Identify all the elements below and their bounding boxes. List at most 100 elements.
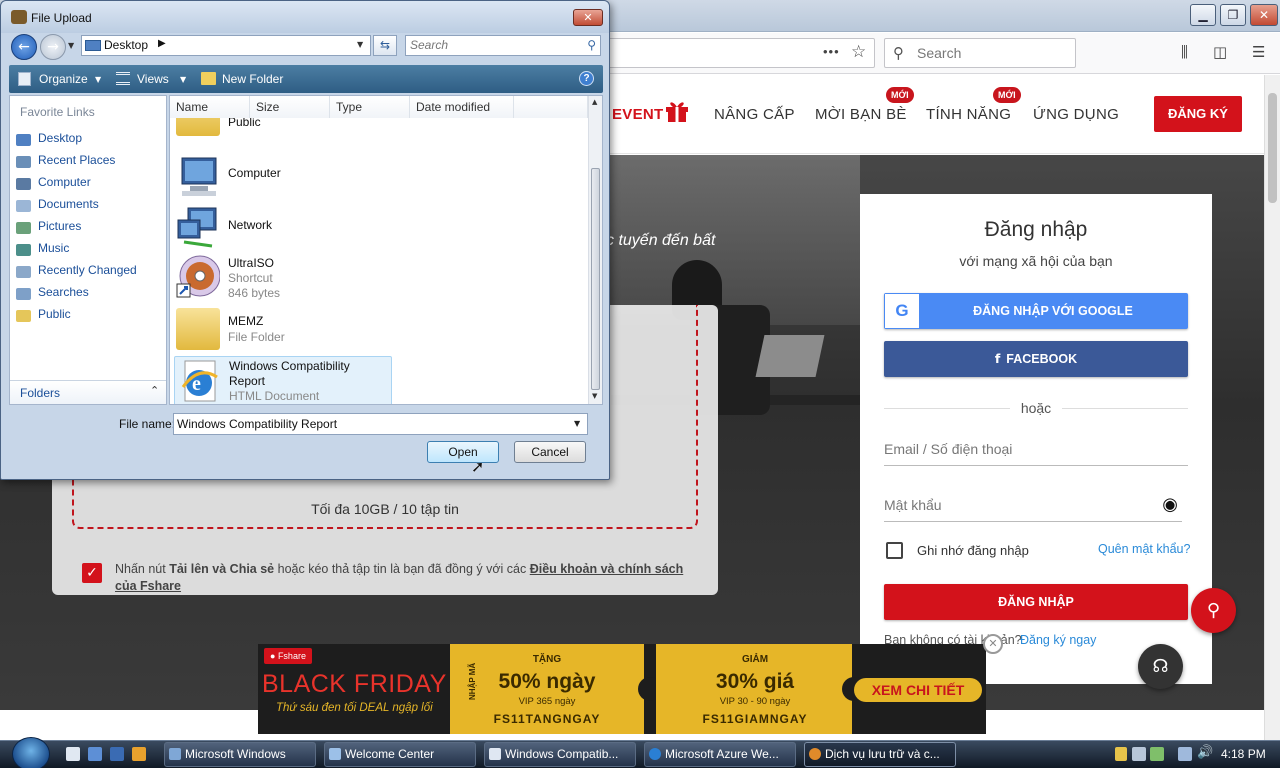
banner-close-icon[interactable]: ✕ xyxy=(983,634,1003,654)
library-icon[interactable]: ⫼ xyxy=(1181,43,1188,61)
terms-checkbox[interactable]: ✓ xyxy=(82,563,102,583)
explorer-icon[interactable] xyxy=(110,747,124,761)
scroll-up-icon[interactable]: ▲ xyxy=(592,98,597,106)
remember-checkbox[interactable] xyxy=(886,542,903,559)
menu-icon[interactable]: ☰ xyxy=(1252,43,1265,61)
column-date-modified[interactable]: Date modified xyxy=(410,96,514,118)
open-button[interactable]: Open xyxy=(427,441,499,463)
fav-desktop[interactable]: Desktop xyxy=(10,130,166,150)
password-placeholder: Mật khẩu xyxy=(884,497,942,513)
forgot-password-link[interactable]: Quên mật khẩu? xyxy=(1098,542,1190,556)
fav-recently-changed[interactable]: Recently Changed xyxy=(10,262,166,282)
close-button[interactable]: ✕ xyxy=(1250,4,1278,26)
promo-banner[interactable]: ● Fshare BLACK FRIDAY Thứ sáu đen tối DE… xyxy=(258,644,986,734)
network-tray-icon[interactable] xyxy=(1178,747,1192,761)
cancel-button[interactable]: Cancel xyxy=(514,441,586,463)
list-item[interactable]: Computer xyxy=(170,150,588,200)
scrollbar-thumb[interactable] xyxy=(591,168,600,390)
views-button[interactable]: Views xyxy=(137,72,169,86)
back-arrow-icon[interactable]: ← xyxy=(11,34,37,60)
support-headset-icon[interactable]: ☊ xyxy=(1138,644,1183,689)
scroll-down-icon[interactable]: ▼ xyxy=(592,392,597,400)
password-field[interactable]: Mật khẩu ◉ xyxy=(884,488,1182,522)
minimize-button[interactable]: ▁ xyxy=(1190,4,1216,26)
sidebar-icon[interactable]: ◫ xyxy=(1213,43,1227,61)
security-shield-icon[interactable] xyxy=(1115,747,1127,761)
nav-event[interactable]: EVENT xyxy=(612,106,664,123)
facebook-login-button[interactable]: f FACEBOOK xyxy=(884,341,1188,377)
dialog-titlebar: File Upload ✕ xyxy=(1,1,609,33)
address-bar[interactable]: Desktop ▶ ▼ xyxy=(81,35,371,56)
history-dropdown-icon[interactable]: ▼ xyxy=(68,41,74,50)
fav-public[interactable]: Public xyxy=(10,306,166,326)
nav-features[interactable]: TÍNH NĂNG xyxy=(926,106,1011,123)
views-dropdown-icon[interactable]: ▼ xyxy=(180,75,186,84)
fav-documents[interactable]: Documents xyxy=(10,196,166,216)
html-document-icon: e xyxy=(177,359,221,403)
taskbar-item[interactable]: Microsoft Azure We... xyxy=(644,742,796,767)
list-item[interactable]: Public xyxy=(170,118,588,142)
media-player-icon[interactable] xyxy=(132,747,146,761)
folders-toggle[interactable]: Folders ⌃ xyxy=(10,380,166,404)
register-button[interactable]: ĐĂNG KÝ xyxy=(1154,96,1242,132)
taskbar-item[interactable]: Welcome Center xyxy=(324,742,476,767)
list-item[interactable]: MEMZ File Folder xyxy=(170,306,588,356)
show-desktop-icon[interactable] xyxy=(66,747,80,761)
login-submit-button[interactable]: ĐĂNG NHẬP xyxy=(884,584,1188,620)
help-icon[interactable]: ? xyxy=(579,71,594,86)
column-size[interactable]: Size xyxy=(250,96,330,118)
column-name[interactable]: Name xyxy=(170,96,250,118)
tray-icon[interactable] xyxy=(1150,747,1164,761)
banner-cta-button[interactable]: XEM CHI TIẾT xyxy=(854,678,982,702)
switch-windows-icon[interactable] xyxy=(88,747,102,761)
fav-music[interactable]: Music xyxy=(10,240,166,260)
start-orb-icon[interactable] xyxy=(12,737,50,768)
desktop-icon xyxy=(85,40,101,51)
ticket-1-sub: VIP 365 ngày xyxy=(518,696,576,707)
list-item-selected[interactable]: e Windows Compatibility Report HTML Docu… xyxy=(174,356,392,404)
nav-upgrade[interactable]: NÂNG CẤP xyxy=(714,106,795,123)
attachment-fab-icon[interactable]: ⚲ xyxy=(1191,588,1236,633)
taskbar-item[interactable]: Microsoft Windows xyxy=(164,742,316,767)
file-name-input[interactable]: Windows Compatibility Report ▼ xyxy=(173,413,588,435)
url-bar[interactable]: ••• ☆ xyxy=(600,38,875,68)
search-input[interactable]: ⚲ Search xyxy=(884,38,1076,68)
nav-apps[interactable]: ỨNG DỤNG xyxy=(1033,106,1119,123)
bookmark-star-icon[interactable]: ☆ xyxy=(851,42,866,62)
address-dropdown-icon[interactable]: ▼ xyxy=(357,40,363,49)
taskbar-item-label: Dịch vụ lưu trữ và c... xyxy=(825,747,940,761)
maximize-button[interactable]: ❐ xyxy=(1220,4,1246,26)
fav-searches[interactable]: Searches xyxy=(10,284,166,304)
google-icon: G xyxy=(885,294,919,328)
tray-icon[interactable] xyxy=(1132,747,1146,761)
volume-icon[interactable]: 🔊 xyxy=(1197,745,1213,760)
column-type[interactable]: Type xyxy=(330,96,410,118)
forward-arrow-icon[interactable]: → xyxy=(40,34,66,60)
dialog-close-button[interactable]: ✕ xyxy=(573,9,603,26)
list-item[interactable]: UltraISO Shortcut 846 bytes xyxy=(170,252,588,302)
fav-computer[interactable]: Computer xyxy=(10,174,166,194)
file-list-scrollbar[interactable]: ▲ ▼ xyxy=(588,96,602,404)
taskbar-item[interactable]: Windows Compatib... xyxy=(484,742,636,767)
clock[interactable]: 4:18 PM xyxy=(1221,747,1266,761)
email-field[interactable]: Email / Số điện thoại xyxy=(884,432,1188,466)
breadcrumb-arrow-icon[interactable]: ▶ xyxy=(158,38,166,49)
refresh-icon[interactable]: ⇆ xyxy=(373,35,397,56)
list-item[interactable]: Network xyxy=(170,202,588,252)
signup-link[interactable]: Đăng ký ngay xyxy=(1020,633,1096,647)
scrollbar-thumb[interactable] xyxy=(1268,93,1277,203)
ticket-1: NHẬP MÃ TẶNG 50% ngày VIP 365 ngày FS11T… xyxy=(450,644,644,734)
fav-pictures[interactable]: Pictures xyxy=(10,218,166,238)
file-name-dropdown-icon[interactable]: ▼ xyxy=(574,419,580,428)
organize-button[interactable]: Organize xyxy=(39,72,88,86)
organize-dropdown-icon[interactable]: ▼ xyxy=(95,75,101,84)
google-login-button[interactable]: G ĐĂNG NHẬP VỚI GOOGLE xyxy=(884,293,1188,329)
nav-invite[interactable]: MỜI BẠN BÈ xyxy=(815,106,907,123)
fav-recent-places[interactable]: Recent Places xyxy=(10,152,166,172)
dialog-search-input[interactable]: Search ⚲ xyxy=(405,35,601,56)
taskbar-item-active[interactable]: Dịch vụ lưu trữ và c... xyxy=(804,742,956,767)
page-actions-icon[interactable]: ••• xyxy=(823,44,840,59)
page-scrollbar[interactable] xyxy=(1264,75,1280,740)
eye-icon[interactable]: ◉ xyxy=(1162,488,1178,522)
new-folder-button[interactable]: New Folder xyxy=(222,72,283,86)
